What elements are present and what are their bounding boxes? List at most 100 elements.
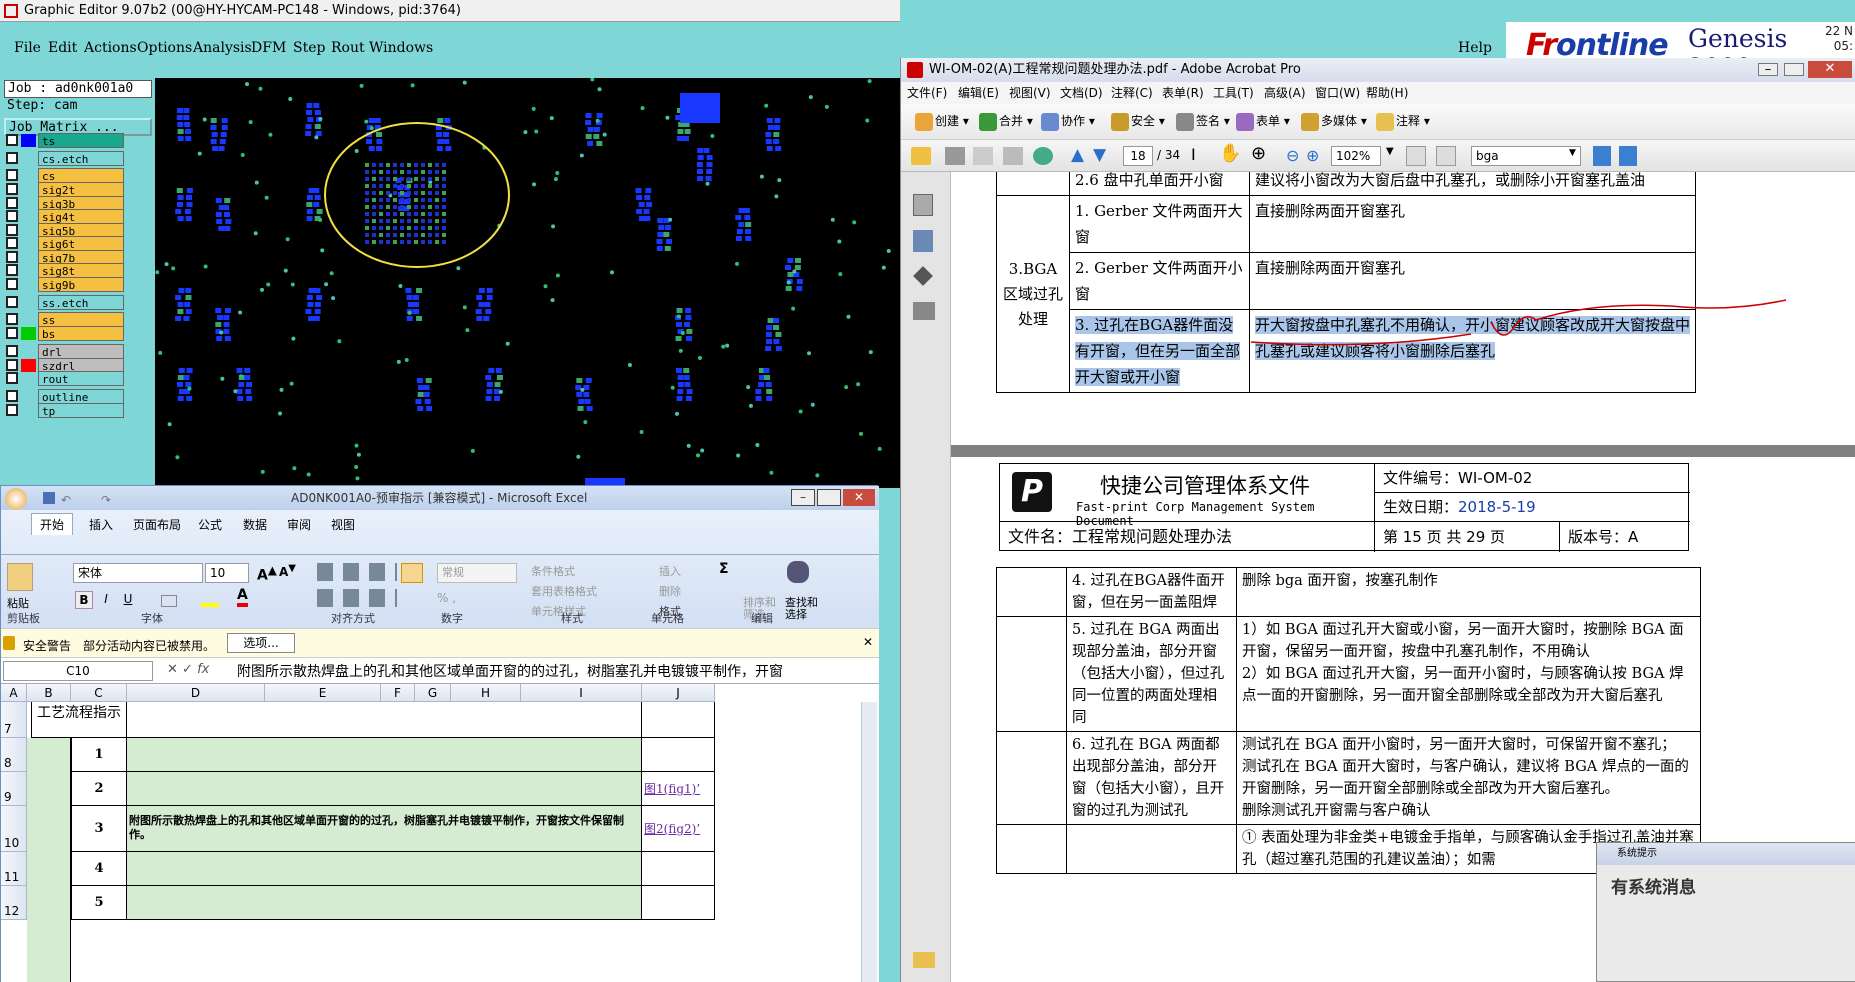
fit-width-icon[interactable] [1436,146,1456,166]
cell-b9[interactable]: 2 [71,772,127,806]
toolbar-2[interactable]: 协作 ▾ [1041,112,1095,131]
cell-b10[interactable]: 3 [71,806,127,852]
ribbon-tab-4[interactable]: 数据 [243,516,267,533]
excel-close[interactable]: ✕ [843,489,875,506]
layer-row-tp[interactable]: tp [6,403,124,418]
number-format-select[interactable]: 常规 [437,563,517,583]
column-header-J[interactable]: J [642,684,715,702]
borders-icon[interactable] [161,595,177,607]
zoom-in-icon[interactable]: ⊕ [1306,146,1319,165]
pages-icon[interactable] [913,194,933,216]
row-header-11[interactable]: 11 [1,852,27,886]
menu-actions[interactable]: Actions [84,40,137,56]
ribbon-tab-2[interactable]: 页面布局 [133,516,181,533]
bold-button[interactable]: B [75,591,93,609]
layer-name[interactable]: cs [38,168,124,183]
formula-input[interactable]: 附图所示散热焊盘上的孔和其他区域单面开窗的的过孔，树脂塞孔并电镀镀平制作，开窗 [237,661,857,681]
web-icon[interactable] [1033,147,1053,165]
acrobat-menu-9[interactable]: 帮助(H) [1366,82,1408,104]
select-tool-icon[interactable]: I [1191,145,1196,164]
toolbar-3[interactable]: 安全 ▾ [1111,112,1165,131]
cell-j9[interactable]: 图1(fig1)’ [642,772,715,806]
cad-canvas[interactable] [155,78,900,488]
toolbar-6[interactable]: 多媒体 ▾ [1301,112,1367,131]
layer-checkbox[interactable] [6,183,18,195]
toolbar-1[interactable]: 合并 ▾ [979,112,1033,131]
redo-icon[interactable]: ↷ [101,488,111,512]
vertical-scrollbar[interactable] [861,702,877,982]
layer-checkbox[interactable] [6,390,18,402]
undo-icon[interactable]: ↶ [61,488,71,512]
layer-name[interactable]: sig9b [38,277,124,292]
layer-checkbox[interactable] [6,404,18,416]
layer-name[interactable]: drl [38,344,124,359]
row-header-12[interactable]: 12 [1,886,27,920]
hand-tool-icon[interactable]: ✋ [1219,143,1241,164]
search-prev-icon[interactable] [1593,146,1611,166]
menu-options[interactable]: Options [137,40,192,56]
cell-j8[interactable] [642,738,715,772]
zoom-out-icon[interactable]: ⊖ [1286,146,1299,165]
delete-cells[interactable]: 删除 [659,583,681,599]
layer-row-sig2t[interactable]: sig2t [6,182,124,197]
table-format[interactable]: 套用表格格式 [531,583,597,599]
layer-name[interactable]: ss.etch [38,295,124,310]
underline-button[interactable]: U [119,591,137,609]
maximize-button[interactable] [1784,63,1804,76]
acrobat-menu-1[interactable]: 编辑(E) [958,82,999,104]
cell-j11[interactable] [642,852,715,886]
cell-b11[interactable]: 4 [71,852,127,886]
layer-checkbox[interactable] [6,296,18,308]
wrap-text-icon[interactable] [401,563,423,583]
toolbar-0[interactable]: 创建 ▾ [915,112,969,131]
column-header-H[interactable]: H [451,684,521,702]
name-box[interactable]: C10 [3,661,153,681]
column-header-G[interactable]: G [415,684,451,702]
find-select[interactable]: 查找和 选择 [785,597,818,621]
cell-c9[interactable] [127,772,642,806]
search-next-icon[interactable] [1619,146,1637,166]
layer-name[interactable]: ts [38,133,124,148]
layer-checkbox[interactable] [6,152,18,164]
layer-name[interactable]: cs.etch [38,151,124,166]
layer-checkbox[interactable] [6,224,18,236]
row-header-10[interactable]: 10 [1,806,27,852]
font-size-select[interactable]: 10 [205,563,249,583]
autosum-icon[interactable]: Σ [719,561,729,577]
italic-button[interactable]: I [97,591,115,609]
layer-checkbox[interactable] [6,134,18,146]
minimize-button[interactable]: – [1758,63,1778,76]
close-button[interactable]: ✕ [1808,61,1852,78]
open-icon[interactable] [911,147,931,165]
font-color-icon[interactable]: A [237,587,248,607]
save-icon[interactable] [973,147,993,165]
layer-checkbox[interactable] [6,327,18,339]
cell-b8[interactable]: 1 [71,738,127,772]
layer-name[interactable]: ss [38,312,124,327]
column-header-B[interactable]: B [27,684,71,702]
save-icon[interactable] [43,492,55,504]
layer-name[interactable]: bs [38,326,124,341]
options-button[interactable]: 选项... [227,633,295,653]
acrobat-menu-5[interactable]: 表单(R) [1162,82,1204,104]
layer-checkbox[interactable] [6,251,18,263]
grow-font-icon[interactable]: A▲ [257,563,277,584]
layer-name[interactable]: sig6t [38,236,124,251]
conditional-format[interactable]: 条件格式 [531,563,575,579]
comments-icon[interactable] [913,952,935,968]
layer-row-cs-etch[interactable]: cs.etch [6,151,124,166]
layer-checkbox[interactable] [6,313,18,325]
layer-checkbox[interactable] [6,278,18,290]
layer-name[interactable]: sig4t [38,209,124,224]
layer-row-cs[interactable]: cs [6,168,124,183]
layer-row-ss-etch[interactable]: ss.etch [6,295,124,310]
toolbar-7[interactable]: 注释 ▾ [1376,112,1430,131]
menu-edit[interactable]: Edit [48,40,77,56]
excel-minimize[interactable]: – [791,489,815,506]
layer-checkbox[interactable] [6,345,18,357]
layer-name[interactable]: outline [38,389,124,404]
office-button[interactable] [5,488,27,510]
acrobat-menu-6[interactable]: 工具(T) [1213,82,1254,104]
toolbar-4[interactable]: 签名 ▾ [1176,112,1230,131]
layer-row-sig6t[interactable]: sig6t [6,236,124,251]
